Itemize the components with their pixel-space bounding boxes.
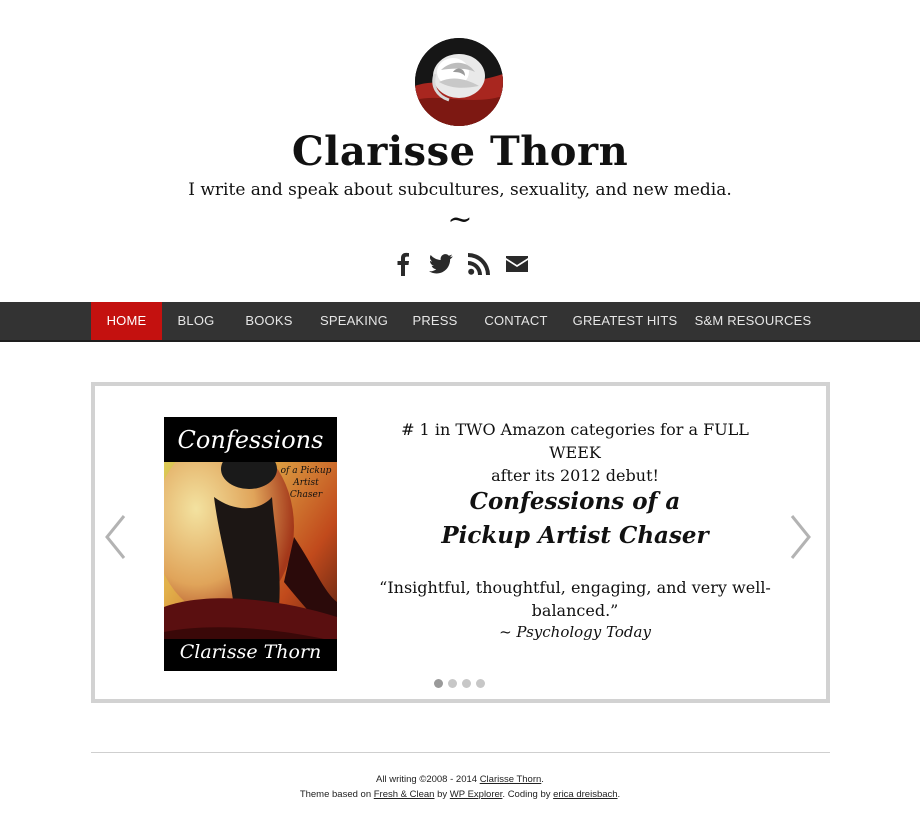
footer-wpexplorer-link[interactable]: WP Explorer <box>450 789 503 800</box>
chevron-right-icon <box>790 515 811 559</box>
twitter-icon[interactable] <box>428 251 454 277</box>
slider-prev-arrow[interactable] <box>102 514 130 560</box>
nav-item-greatest-hits[interactable]: GREATEST HITS <box>568 302 682 340</box>
book-cover-subtitle: of a Pickup Artist Chaser <box>280 466 332 500</box>
rss-icon[interactable] <box>466 251 492 277</box>
nav-item-press[interactable]: PRESS <box>406 302 464 340</box>
footer-copyright: All writing ©2008 - 2014 Clarisse Thorn. <box>376 774 544 785</box>
slider-dot[interactable] <box>476 679 485 688</box>
nav-item-speaking[interactable]: SPEAKING <box>312 302 396 340</box>
slider-dot[interactable] <box>448 679 457 688</box>
nav-item-books[interactable]: BOOKS <box>236 302 302 340</box>
slide-tagline: # 1 in TWO Amazon categories for a FULL … <box>401 420 749 485</box>
nav-item-home[interactable]: HOME <box>91 302 162 340</box>
tilde-divider: ~ <box>447 202 473 237</box>
main-nav: HOME BLOG BOOKS SPEAKING PRESS CONTACT G… <box>0 302 920 342</box>
book-cover-title: Confessions <box>177 426 324 454</box>
email-icon[interactable] <box>504 251 530 277</box>
footer-theme-link[interactable]: Fresh & Clean <box>374 789 435 800</box>
slider-next-arrow[interactable] <box>786 514 814 560</box>
footer-credits: Theme based on Fresh & Clean by WP Explo… <box>299 789 621 800</box>
site-tagline: I write and speak about subcultures, sex… <box>188 180 732 200</box>
nav-item-contact[interactable]: CONTACT <box>474 302 558 340</box>
footer-author-link[interactable]: Clarisse Thorn <box>480 774 542 785</box>
book-cover-author: Clarisse Thorn <box>179 641 322 663</box>
slider-dot[interactable] <box>434 679 443 688</box>
rose-logo-image <box>415 38 503 126</box>
chevron-left-icon <box>105 515 126 559</box>
book-cover[interactable]: Confessions of a Pickup Artist Chaser Cl… <box>164 417 337 671</box>
nav-item-sm-resources[interactable]: S&M RESOURCES <box>692 302 814 340</box>
slide-book-title[interactable]: Confessions of a Pickup Artist Chaser <box>375 485 775 553</box>
slider-dot[interactable] <box>462 679 471 688</box>
nav-item-blog[interactable]: BLOG <box>166 302 226 340</box>
site-title[interactable]: Clarisse Thorn <box>0 128 920 175</box>
slide-quote-source: ~ Psychology Today <box>499 623 651 641</box>
site-logo[interactable] <box>415 38 503 126</box>
footer-coder-link[interactable]: erica dreisbach <box>553 789 617 800</box>
slider-pagination <box>434 679 485 688</box>
slide-quote: “Insightful, thoughtful, engaging, and v… <box>379 578 771 620</box>
facebook-icon[interactable] <box>390 251 416 277</box>
footer-divider <box>91 752 830 753</box>
social-links <box>390 250 530 278</box>
